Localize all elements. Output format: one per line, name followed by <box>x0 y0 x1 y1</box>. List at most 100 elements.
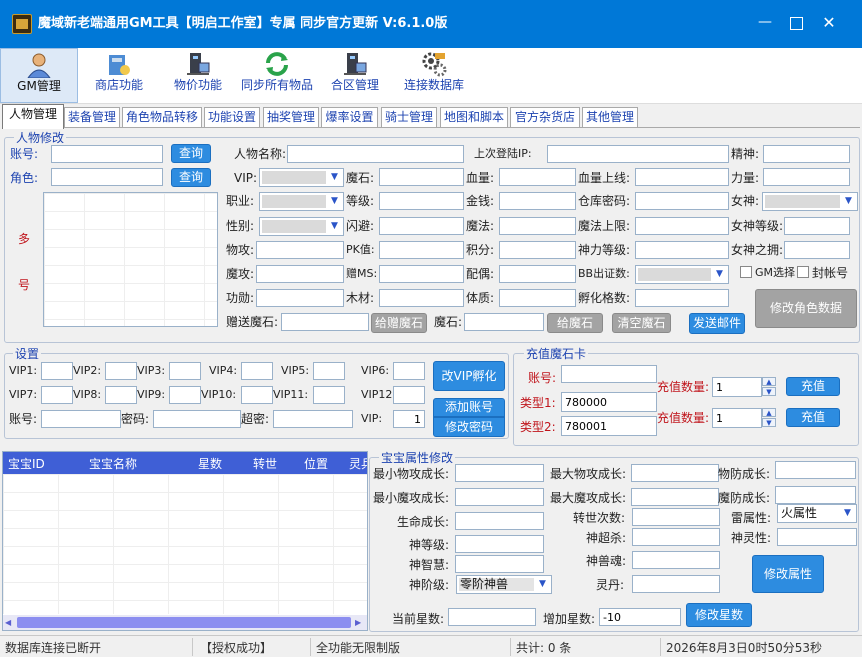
mana-input[interactable] <box>499 217 576 235</box>
goddess-hug-input[interactable] <box>784 241 850 259</box>
gender-select[interactable]: ▼ <box>259 217 344 236</box>
toolbar-gm-manage[interactable]: GM管理 <box>0 48 78 103</box>
cur-star-input[interactable] <box>448 608 536 626</box>
level-input[interactable] <box>379 192 464 210</box>
wood-input[interactable] <box>379 289 464 307</box>
scroll-right-icon[interactable]: ▶ <box>355 618 361 627</box>
tab-drop-rate[interactable]: 爆率设置 <box>321 107 378 127</box>
max-magic-input[interactable] <box>631 488 719 506</box>
vip10-input[interactable] <box>241 386 273 404</box>
pet-col-soldier[interactable]: 灵兵 <box>349 455 367 472</box>
tab-equipment[interactable]: 装备管理 <box>64 107 120 127</box>
vip3-input[interactable] <box>169 362 201 380</box>
multi-account-list[interactable] <box>43 192 218 327</box>
give-stone-button[interactable]: 给魔石 <box>547 313 603 333</box>
add-account-button[interactable]: 添加账号 <box>433 398 505 417</box>
give-gift-stone-button[interactable]: 给赠魔石 <box>371 313 427 333</box>
type1-input[interactable] <box>561 392 657 412</box>
stage-select[interactable]: 零阶神兽 ▼ <box>456 575 552 594</box>
close-button[interactable]: ✕ <box>820 13 838 32</box>
god-kill-input[interactable] <box>632 528 720 546</box>
vip12-input[interactable] <box>393 386 425 404</box>
tab-other[interactable]: 其他管理 <box>582 107 638 127</box>
toolbar-shop[interactable]: 商店功能 <box>84 48 154 103</box>
account-query-button[interactable]: 查询 <box>171 144 211 163</box>
job-select[interactable]: ▼ <box>259 192 344 211</box>
clear-stone-button[interactable]: 清空魔石 <box>612 313 671 333</box>
account-input[interactable] <box>51 145 163 163</box>
pet-col-position[interactable]: 位置 <box>304 455 328 472</box>
qty2-stepper[interactable]: ▲ ▼ <box>762 408 776 427</box>
vip2-input[interactable] <box>105 362 137 380</box>
tab-lottery[interactable]: 抽奖管理 <box>263 107 319 127</box>
beast-soul-input[interactable] <box>632 551 720 569</box>
phys-def-input[interactable] <box>775 461 856 479</box>
power-input[interactable] <box>763 168 850 186</box>
toolbar-merge-servers[interactable]: 合区管理 <box>322 48 388 103</box>
pk-input[interactable] <box>379 241 464 259</box>
gift-stone-input[interactable] <box>281 313 369 331</box>
qty1-input[interactable] <box>712 377 762 397</box>
vip9-input[interactable] <box>169 386 201 404</box>
tab-item-transfer[interactable]: 角色物品转移 <box>122 107 202 127</box>
minimize-button[interactable]: — <box>755 14 775 30</box>
god-spirit-input[interactable] <box>777 528 857 546</box>
modify-attr-button[interactable]: 修改属性 <box>752 555 824 593</box>
vip11-input[interactable] <box>313 386 345 404</box>
god-wisdom-input[interactable] <box>455 555 544 573</box>
tab-knight[interactable]: 骑士管理 <box>381 107 437 127</box>
recharge-account-input[interactable] <box>561 365 657 383</box>
merit-input[interactable] <box>256 289 344 307</box>
recharge2-button[interactable]: 充值 <box>786 408 840 427</box>
vip4-input[interactable] <box>241 362 273 380</box>
pet-table[interactable]: 宝宝ID 宝宝名称 星数 转世 位置 灵兵 ◀ ▶ <box>2 451 368 631</box>
thunder-select[interactable]: 火属性 ▼ <box>777 504 857 523</box>
magic-atk-input[interactable] <box>256 265 344 283</box>
gold-input[interactable] <box>499 192 576 210</box>
change-password-button[interactable]: 修改密码 <box>433 417 505 437</box>
scroll-left-icon[interactable]: ◀ <box>5 618 11 627</box>
min-phys-input[interactable] <box>455 464 544 482</box>
pet-col-rebirth[interactable]: 转世 <box>253 455 277 472</box>
recharge1-button[interactable]: 充值 <box>786 377 840 396</box>
modify-character-button[interactable]: 修改角色数据 <box>755 289 857 328</box>
rebirth-count-input[interactable] <box>632 508 720 526</box>
role-query-button[interactable]: 查询 <box>171 168 211 187</box>
phys-atk-input[interactable] <box>256 241 344 259</box>
role-input[interactable] <box>51 168 163 186</box>
hatch-input[interactable] <box>635 289 729 307</box>
settings-account-input[interactable] <box>41 410 121 428</box>
settings-super-input[interactable] <box>273 410 353 428</box>
vip-select[interactable]: ▼ <box>259 168 344 187</box>
dodge-input[interactable] <box>379 217 464 235</box>
vip8-input[interactable] <box>105 386 137 404</box>
gift-ms-input[interactable] <box>379 265 464 283</box>
pet-col-id[interactable]: 宝宝ID <box>8 455 45 472</box>
life-input[interactable] <box>455 512 544 530</box>
min-magic-input[interactable] <box>455 488 544 506</box>
pill-input[interactable] <box>632 575 720 593</box>
add-star-input[interactable] <box>599 608 681 626</box>
magicstone-input[interactable] <box>379 168 464 186</box>
toolbar-connect-db[interactable]: 连接数据库 <box>398 48 470 103</box>
maximize-button[interactable] <box>790 17 803 30</box>
magic-def-input[interactable] <box>775 486 856 504</box>
tab-official-shop[interactable]: 官方杂货店 <box>510 107 580 127</box>
qty2-input[interactable] <box>712 408 762 428</box>
max-phys-input[interactable] <box>631 464 719 482</box>
last-ip-input[interactable] <box>547 145 729 163</box>
vip5-input[interactable] <box>313 362 345 380</box>
scroll-thumb[interactable] <box>17 617 351 628</box>
physique-input[interactable] <box>499 289 576 307</box>
storage-pwd-input[interactable] <box>635 192 729 210</box>
toolbar-price[interactable]: 物价功能 <box>162 48 234 103</box>
gm-select-checkbox[interactable] <box>740 266 752 278</box>
pet-table-hscrollbar[interactable]: ◀ ▶ <box>3 615 367 630</box>
divine-level-input[interactable] <box>635 241 729 259</box>
tab-function-settings[interactable]: 功能设置 <box>204 107 260 127</box>
ban-account-checkbox[interactable] <box>797 266 809 278</box>
vip1-input[interactable] <box>41 362 73 380</box>
pet-col-star[interactable]: 星数 <box>198 455 222 472</box>
tab-character[interactable]: 人物管理 <box>2 104 64 129</box>
goddess-select[interactable]: ▼ <box>762 192 858 211</box>
